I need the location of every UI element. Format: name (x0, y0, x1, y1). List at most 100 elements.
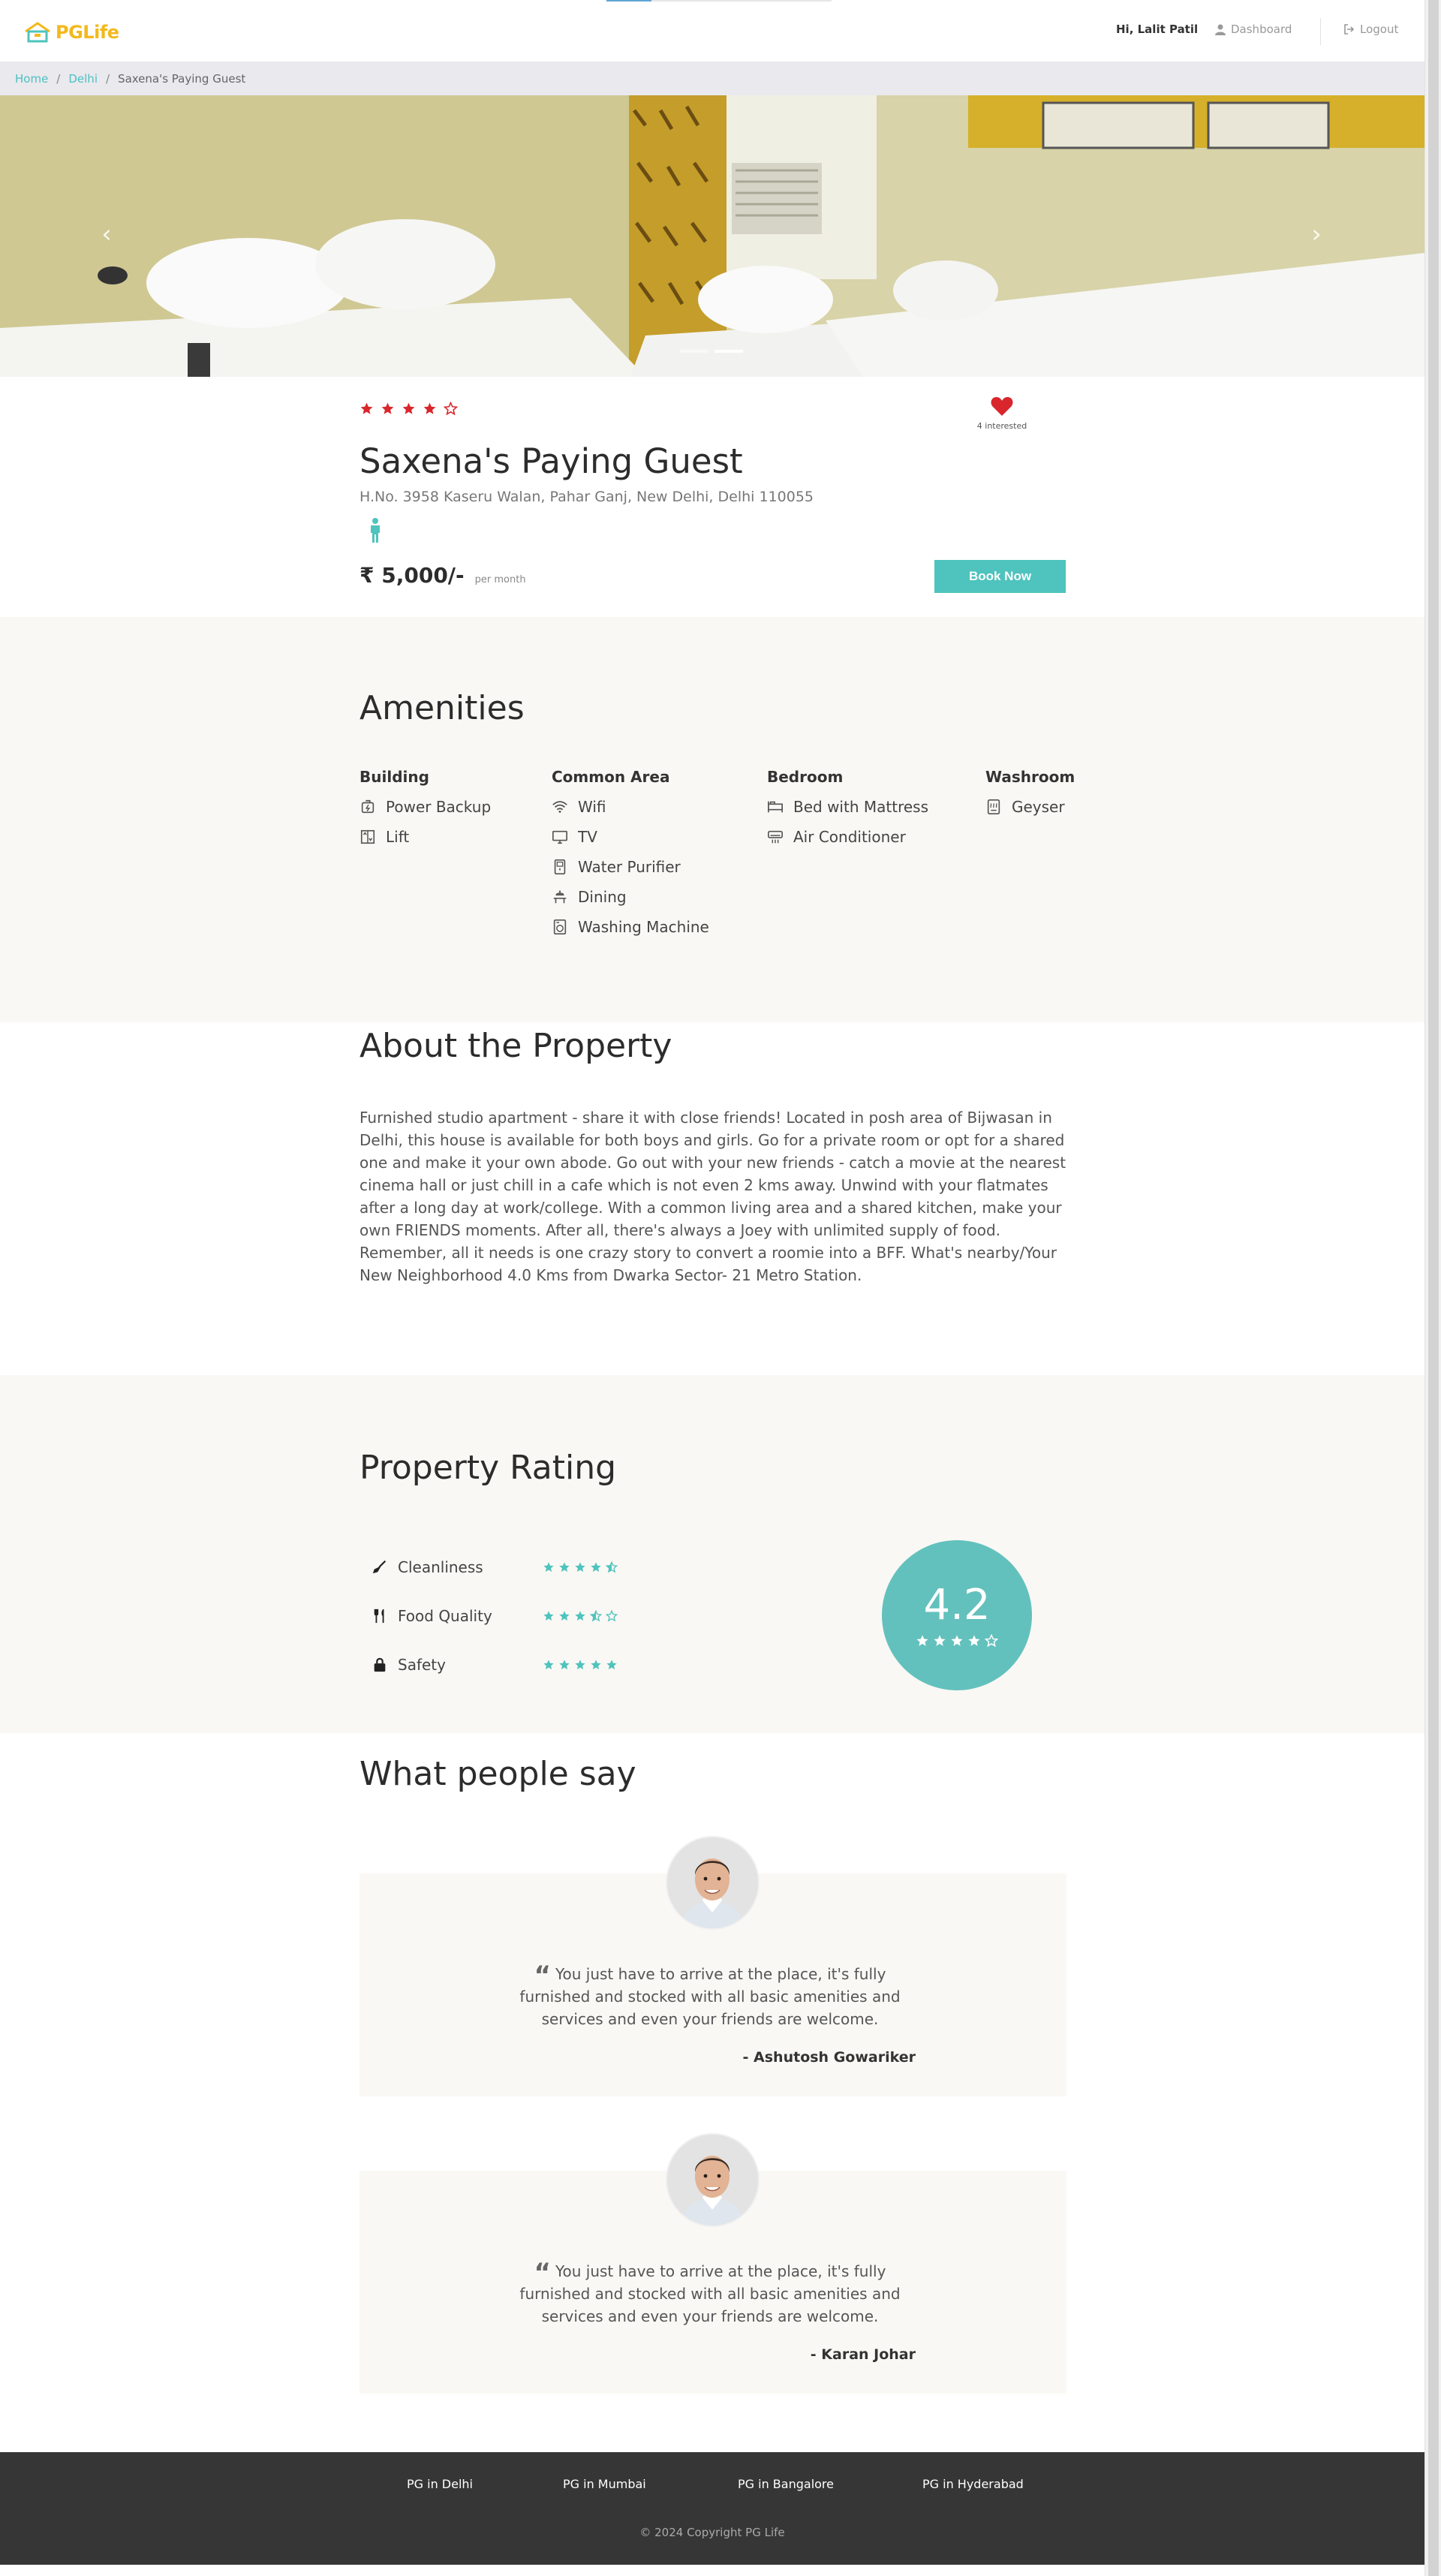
amenity-item: Air Conditioner (767, 822, 928, 852)
star-full-icon (575, 1611, 585, 1621)
book-now-button[interactable]: Book Now (934, 560, 1066, 593)
about-title: About the Property (359, 1027, 672, 1065)
testimonial-quote: You just have to arrive at the place, it… (519, 2262, 901, 2325)
property-image-carousel[interactable]: ‹ › (0, 95, 1424, 377)
amenity-item: Lift (359, 822, 491, 852)
star-full-icon (951, 1635, 963, 1646)
dashboard-label: Dashboard (1231, 23, 1292, 36)
amenity-group-washroom: Washroom Geyser (985, 768, 1075, 822)
star-empty-icon (444, 402, 458, 416)
copyright: © 2024 Copyright PG Life (639, 2526, 785, 2539)
property-rating-title: Property Rating (359, 1449, 617, 1487)
rating-stars (543, 1610, 618, 1622)
amenity-label: Power Backup (386, 798, 492, 816)
footer (0, 2452, 1424, 2565)
footer-link[interactable]: PG in Hyderabad (922, 2477, 1024, 2491)
breadcrumb-city[interactable]: Delhi (68, 72, 98, 86)
star-full-icon (360, 402, 373, 414)
rating-label: Food Quality (398, 1607, 492, 1625)
amenity-group-heading: Bedroom (767, 768, 844, 786)
star-full-icon (543, 1611, 554, 1621)
heart-icon[interactable] (991, 396, 1013, 417)
footer-link[interactable]: PG in Mumbai (563, 2477, 646, 2491)
scrollbar[interactable] (1424, 0, 1441, 2576)
amenity-item: Geyser (985, 792, 1075, 822)
bed-icon (768, 801, 783, 813)
amenity-item: Wifi (552, 792, 709, 822)
sign-out-icon (1344, 24, 1355, 35)
property-star-rating (359, 402, 458, 416)
amenity-item: Dining (552, 882, 709, 912)
amenity-label: Dining (578, 888, 627, 906)
amenity-label: Wifi (578, 798, 606, 816)
star-half-icon (606, 1561, 618, 1573)
washing-machine-icon (553, 919, 567, 934)
star-full-icon (934, 1635, 946, 1646)
male-icon (369, 518, 382, 546)
rent-unit: per month (474, 574, 526, 585)
property-address: H.No. 3958 Kaseru Walan, Pahar Ganj, New… (359, 489, 814, 505)
footer-link[interactable]: PG in Delhi (407, 2477, 473, 2491)
interested-widget[interactable]: 4 interested (976, 396, 1028, 431)
star-half-icon (590, 1610, 602, 1622)
testimonial-author: - Karan Johar (810, 2346, 916, 2363)
breadcrumb-separator: / (105, 72, 110, 86)
amenity-group-building: Building Power Backup Lift (359, 768, 491, 852)
amenity-label: Air Conditioner (793, 828, 906, 846)
breadcrumb-home[interactable]: Home (15, 72, 48, 86)
star-empty-icon (985, 1634, 998, 1648)
star-full-icon (916, 1635, 928, 1646)
tv-icon (552, 830, 567, 844)
amenity-label: Geyser (1012, 798, 1065, 816)
geyser-icon (987, 799, 1000, 814)
amenity-item: Water Purifier (552, 852, 709, 882)
dining-icon (553, 890, 567, 904)
star-full-icon (543, 1562, 554, 1572)
footer-link[interactable]: PG in Bangalore (738, 2477, 834, 2491)
overall-rating-value: 4.2 (923, 1581, 991, 1630)
water-purifier-icon (554, 859, 566, 874)
logout-link[interactable]: Logout (1343, 23, 1398, 36)
amenity-group-heading: Common Area (552, 768, 670, 786)
rent-amount: ₹ 5,000/- (359, 563, 465, 588)
amenities-title: Amenities (359, 689, 525, 727)
rating-label: Safety (398, 1656, 446, 1674)
star-full-icon (559, 1611, 570, 1621)
dashboard-link[interactable]: Dashboard (1215, 23, 1292, 36)
amenity-label: TV (578, 828, 597, 846)
quote-icon: “ (534, 2258, 551, 2288)
carousel-indicator[interactable] (680, 350, 708, 353)
breadcrumb-current: Saxena's Paying Guest (118, 72, 246, 86)
star-full-icon (575, 1660, 585, 1670)
avatar (666, 1836, 760, 1930)
overall-rating-stars (916, 1634, 998, 1648)
carousel-indicator-active[interactable] (714, 350, 743, 353)
amenity-group-common-area: Common Area Wifi TV Water Purifier Dining Was… (552, 768, 709, 942)
star-full-icon (423, 402, 436, 414)
star-full-icon (591, 1562, 601, 1572)
rating-stars (543, 1659, 618, 1671)
air-conditioner-icon (768, 830, 783, 844)
amenity-label: Lift (386, 828, 410, 846)
overall-rating-circle: 4.2 (882, 1540, 1032, 1690)
rating-row-cleanliness: Cleanliness (372, 1558, 618, 1576)
logout-label: Logout (1360, 23, 1399, 36)
page: PGLife Hi, Lalit Patil Dashboard Logout … (0, 0, 1424, 2576)
star-full-icon (968, 1635, 980, 1646)
logo[interactable]: PGLife (23, 17, 119, 48)
rating-row-safety: Safety (372, 1656, 618, 1674)
carousel-next-button[interactable]: › (1301, 219, 1331, 249)
breadcrumb-separator: / (56, 72, 61, 86)
star-full-icon (559, 1562, 570, 1572)
star-full-icon (591, 1660, 601, 1670)
house-logo-icon (25, 22, 50, 43)
carousel-prev-button[interactable]: ‹ (92, 219, 122, 249)
lift-icon (360, 829, 375, 844)
amenity-group-bedroom: Bedroom Bed with Mattress Air Conditioner (767, 768, 928, 852)
property-rating-section (0, 1375, 1424, 1733)
amenity-item: Bed with Mattress (767, 792, 928, 822)
amenity-group-heading: Washroom (985, 768, 1075, 786)
user-greeting: Hi, Lalit Patil (1116, 23, 1199, 36)
scrollbar-thumb[interactable] (1428, 0, 1439, 2576)
star-full-icon (559, 1660, 570, 1670)
